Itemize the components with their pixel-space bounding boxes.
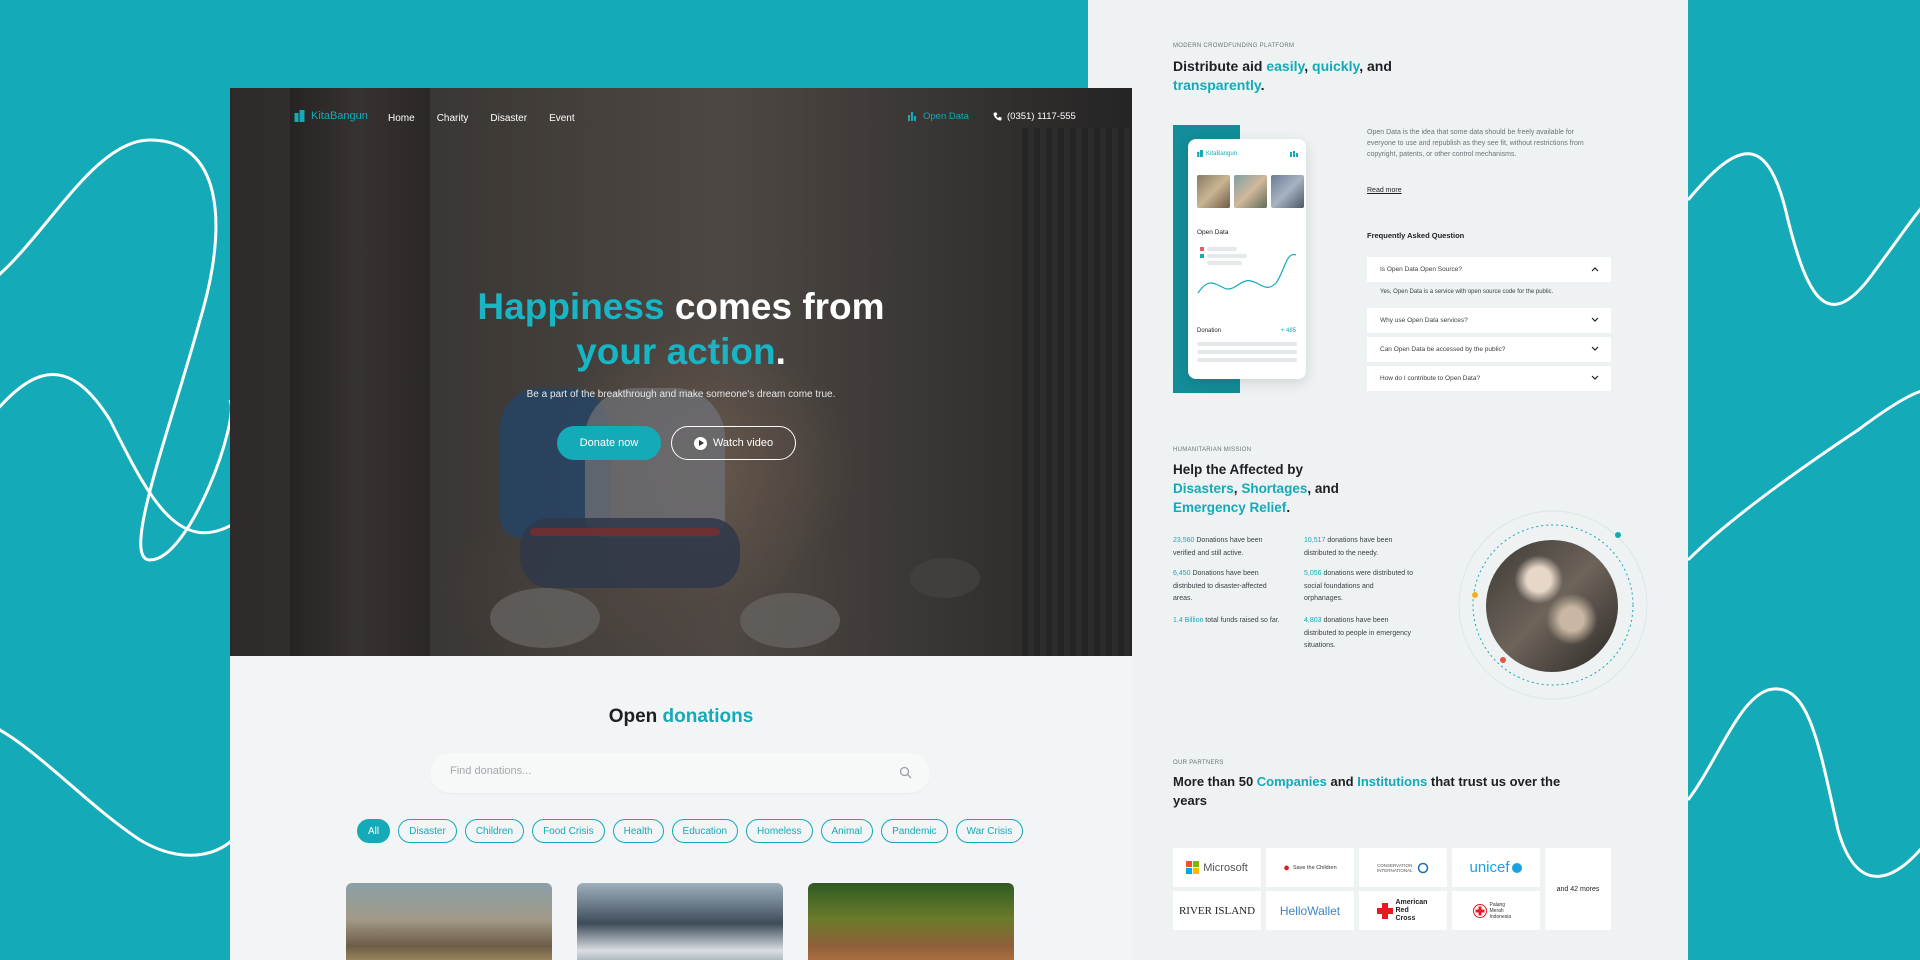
chevron-up-icon bbox=[1591, 267, 1599, 272]
mission-heading: Help the Affected by Disasters, Shortages… bbox=[1173, 462, 1339, 515]
phone-donation-label: Donation bbox=[1197, 328, 1222, 334]
watch-video-button[interactable]: Watch video bbox=[671, 426, 796, 460]
donation-card-image[interactable] bbox=[808, 883, 1014, 960]
chevron-down-icon bbox=[1591, 317, 1599, 322]
category-chip[interactable]: Children bbox=[464, 819, 525, 843]
volunteers-photo bbox=[1486, 540, 1618, 672]
category-chip[interactable]: Pandemic bbox=[881, 819, 948, 843]
partners-eyebrow: OUR PARTNERS bbox=[1173, 760, 1224, 766]
microsoft-icon bbox=[1186, 861, 1200, 874]
stat-item: 4,803 donations have been distributed to… bbox=[1304, 617, 1412, 649]
nav-event[interactable]: Event bbox=[549, 113, 575, 124]
stat-item: 1.4 Billion total funds raised so far. bbox=[1173, 617, 1280, 624]
faq-item[interactable]: Why use Open Data services? bbox=[1367, 308, 1611, 333]
building-icon bbox=[1197, 150, 1203, 157]
faq-item[interactable]: How do I contribute to Open Data? bbox=[1367, 366, 1611, 391]
phone-donation-value: + 485 bbox=[1280, 328, 1296, 334]
logo-microsoft: Microsoft bbox=[1173, 848, 1261, 887]
hero-title: Happiness comes from your action. bbox=[477, 286, 885, 372]
open-data-eyebrow: MODERN CROWDFUNDING PLATFORM bbox=[1173, 43, 1295, 49]
building-icon bbox=[294, 110, 305, 122]
faq-item[interactable]: Can Open Data be accessed by the public? bbox=[1367, 337, 1611, 362]
logo-red-cross: American Red Cross bbox=[1359, 891, 1447, 930]
partners-heading: More than 50 Companies and Institutions … bbox=[1173, 774, 1561, 808]
open-data-heading: Distribute aid easily, quickly, and trans… bbox=[1173, 58, 1392, 93]
category-chip[interactable]: All bbox=[357, 819, 391, 843]
phone-contact[interactable]: (0351) 1117-555 bbox=[993, 111, 1076, 122]
logo-save-the-children: ● Save the Children bbox=[1266, 848, 1354, 887]
chart-icon bbox=[1290, 151, 1298, 157]
phone-row bbox=[1197, 350, 1297, 354]
faq-item[interactable]: Is Open Data Open Source? bbox=[1367, 257, 1611, 282]
decorative-wave-right bbox=[1686, 152, 1920, 878]
donation-cards bbox=[346, 883, 1014, 960]
category-chip[interactable]: Disaster bbox=[398, 819, 457, 843]
open-data-description: Open Data is the idea that some data sho… bbox=[1367, 129, 1584, 158]
nav-home[interactable]: Home bbox=[388, 113, 415, 124]
nav-links: Home Charity Disaster Event bbox=[388, 113, 575, 124]
brand-logo[interactable]: KitaBangun bbox=[294, 110, 368, 122]
category-chip[interactable]: Homeless bbox=[746, 819, 813, 843]
chevron-down-icon bbox=[1591, 346, 1599, 351]
stat-item: 6,450 Donations have been distributed to… bbox=[1173, 570, 1267, 602]
pmi-icon bbox=[1472, 903, 1487, 918]
category-filters: All Disaster Children Food Crisis Health… bbox=[357, 819, 1024, 843]
logo-conservation: CONSERVATION INTERNATIONAL bbox=[1359, 848, 1447, 887]
logo-hellowallet: HelloWallet bbox=[1266, 891, 1354, 930]
faq-title: Frequently Asked Question bbox=[1367, 231, 1465, 240]
category-chip[interactable]: Education bbox=[671, 819, 739, 843]
open-data-panel: MODERN CROWDFUNDING PLATFORM Distribute … bbox=[1088, 0, 1688, 960]
stat-item: 10,517 donations have been distributed t… bbox=[1304, 537, 1393, 557]
thumb-image bbox=[1234, 175, 1267, 208]
phone-icon bbox=[993, 112, 1002, 121]
decorative-wave-left bbox=[0, 138, 240, 857]
category-chip[interactable]: Health bbox=[612, 819, 664, 843]
save-children-icon: ● bbox=[1283, 861, 1290, 874]
search-icon[interactable] bbox=[899, 766, 912, 779]
logo-river-island: RIVER ISLAND bbox=[1173, 891, 1261, 930]
red-cross-icon bbox=[1376, 902, 1393, 919]
logo-unicef: unicef bbox=[1452, 848, 1540, 887]
chevron-down-icon bbox=[1591, 375, 1599, 380]
donation-card-image[interactable] bbox=[577, 883, 783, 960]
phone-chart-label: Open Data bbox=[1197, 229, 1229, 236]
unicef-icon bbox=[1511, 862, 1522, 873]
faq-answer: Yes, Open Data is a service with open so… bbox=[1380, 289, 1554, 295]
play-icon bbox=[693, 436, 707, 450]
phone-line-chart bbox=[1197, 254, 1297, 294]
top-nav: KitaBangun Home Charity Disaster Event O… bbox=[230, 88, 1132, 148]
category-chip[interactable]: Food Crisis bbox=[532, 819, 605, 843]
open-donations-title: Open donations bbox=[608, 706, 754, 727]
mission-eyebrow: HUMANITARIAN MISSION bbox=[1173, 447, 1252, 453]
phone-row bbox=[1197, 358, 1297, 362]
thumb-image bbox=[1197, 175, 1230, 208]
search-input[interactable] bbox=[450, 765, 870, 777]
stat-item: 23,560 Donations have been verified and … bbox=[1173, 537, 1263, 557]
thumb-image bbox=[1271, 175, 1304, 208]
hero-subtitle: Be a part of the breakthrough and make s… bbox=[526, 389, 836, 400]
more-partners[interactable]: and 42 mores bbox=[1545, 848, 1611, 930]
nav-charity[interactable]: Charity bbox=[437, 113, 469, 124]
open-data-link[interactable]: Open Data bbox=[908, 111, 969, 122]
phone-row bbox=[1197, 342, 1297, 346]
landing-page-preview: KitaBangun Home Charity Disaster Event O… bbox=[230, 88, 1132, 960]
donation-card-image[interactable] bbox=[346, 883, 552, 960]
phone-mockup: KitaBangun Open Data Donation + 485 bbox=[1188, 139, 1306, 379]
phone-brand: KitaBangun bbox=[1197, 150, 1237, 157]
conservation-icon bbox=[1417, 862, 1429, 873]
stat-item: 5,056 donations were distributed to soci… bbox=[1304, 570, 1413, 602]
read-more-link[interactable]: Read more bbox=[1367, 187, 1402, 194]
logo-pmi: Palang Merah Indonesia bbox=[1452, 891, 1540, 930]
donation-search bbox=[430, 753, 930, 793]
category-chip[interactable]: War Crisis bbox=[955, 819, 1024, 843]
donate-now-button[interactable]: Donate now bbox=[557, 426, 661, 460]
phone-thumbnails bbox=[1197, 175, 1304, 208]
category-chip[interactable]: Animal bbox=[820, 819, 874, 843]
nav-disaster[interactable]: Disaster bbox=[490, 113, 527, 124]
hero-section: KitaBangun Home Charity Disaster Event O… bbox=[230, 88, 1132, 656]
bar-chart-icon bbox=[908, 112, 916, 121]
partner-logos: Microsoft ● Save the Children CONSERVATI… bbox=[1173, 848, 1611, 930]
